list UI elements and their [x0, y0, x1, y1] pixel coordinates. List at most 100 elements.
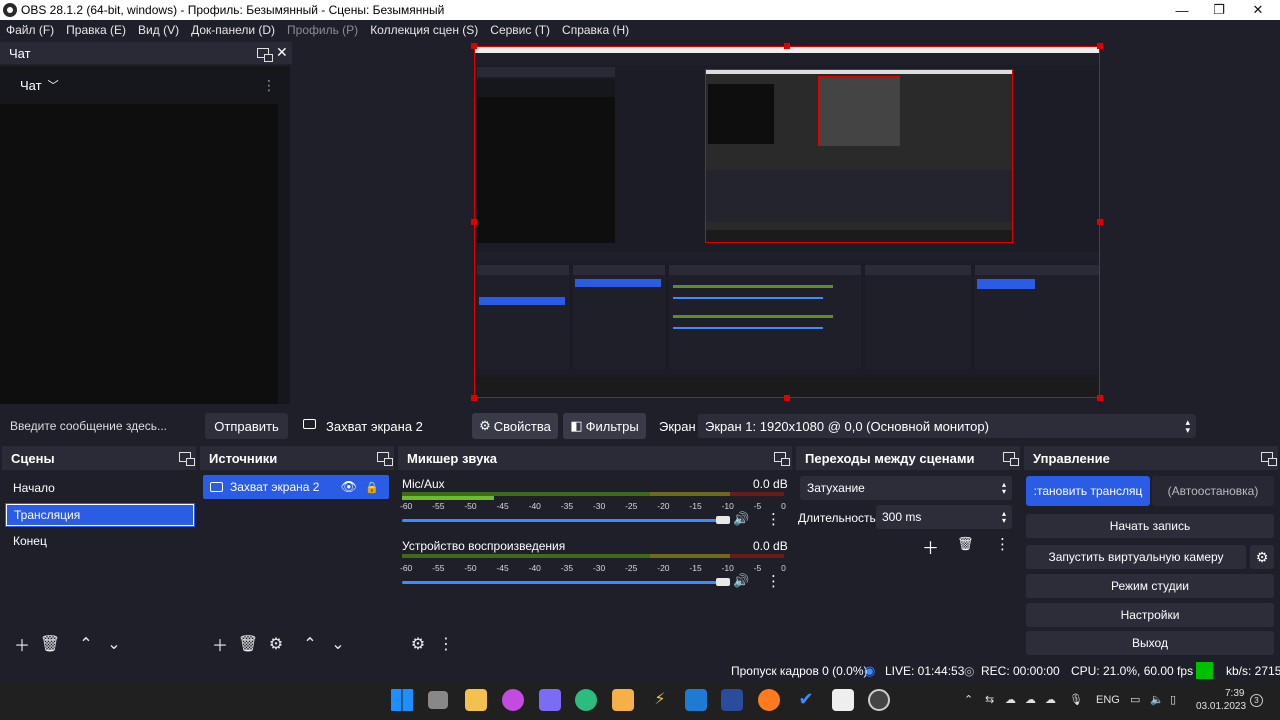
clock-date[interactable]: 03.01.2023 — [1196, 701, 1246, 712]
settings-button[interactable]: Настройки — [1026, 603, 1274, 627]
advanced-audio-gear-icon[interactable]: ⚙ — [404, 632, 432, 656]
gear-icon[interactable]: ⚙ — [1250, 545, 1274, 569]
resize-handle[interactable] — [471, 219, 477, 225]
chevron-down-icon[interactable]: ﹀ — [48, 77, 59, 93]
trash-icon[interactable]: 🗑 — [36, 632, 64, 656]
firefox-icon[interactable] — [758, 689, 780, 711]
menu-docks[interactable]: Док-панели (D) — [185, 23, 281, 37]
scene-item-selected[interactable]: Трансляция — [5, 503, 195, 527]
lock-icon[interactable]: 🔒 — [365, 481, 379, 494]
undock-icon[interactable] — [1261, 452, 1277, 466]
check-app-icon[interactable]: ✔ — [795, 689, 817, 711]
duration-input[interactable]: 300 ms ▴ ▾ — [876, 505, 1012, 529]
filters-button[interactable]: ◧ Фильтры — [563, 413, 646, 439]
menu-tools[interactable]: Сервис (T) — [484, 23, 556, 37]
app-icon[interactable] — [612, 689, 634, 711]
display-icon[interactable]: ▭ — [1130, 693, 1140, 706]
more-vertical-icon[interactable]: ⋮ — [766, 510, 781, 528]
add-icon[interactable]: ＋ — [206, 632, 234, 656]
virtual-camera-button[interactable]: Запустить виртуальную камеру — [1026, 545, 1246, 569]
arrow-down-icon[interactable]: ⌄ — [100, 632, 128, 656]
microphone-icon[interactable]: 🎙 — [1069, 693, 1083, 706]
speaker-icon[interactable]: 🔊 — [733, 511, 749, 527]
undock-icon[interactable] — [257, 48, 273, 62]
file-explorer-icon[interactable] — [465, 689, 487, 711]
app-icon[interactable] — [539, 689, 561, 711]
tray-icon[interactable]: ☁ — [1045, 693, 1056, 706]
autostop-button[interactable]: (Автоостановка) — [1152, 476, 1274, 506]
more-vertical-icon[interactable]: ⋮ — [262, 77, 276, 94]
scene-item[interactable]: Начало — [6, 477, 194, 499]
display-select[interactable]: Экран 1: 1920x1080 @ 0,0 (Основной монит… — [698, 414, 1196, 438]
undock-icon[interactable] — [1003, 452, 1019, 466]
volume-slider-knob[interactable] — [716, 516, 731, 524]
menu-view[interactable]: Вид (V) — [132, 23, 185, 37]
arrow-up-icon[interactable]: ⌃ — [296, 632, 324, 656]
scene-item[interactable]: Конец — [6, 530, 194, 552]
gear-icon[interactable]: ⚙ — [262, 632, 290, 656]
more-vertical-icon[interactable]: ⋮ — [995, 535, 1010, 553]
chat-input[interactable]: Введите сообщение здесь... — [10, 419, 167, 433]
task-view-icon[interactable] — [428, 691, 448, 709]
chat-selector[interactable]: Чат — [20, 78, 42, 93]
exit-button[interactable]: Выход — [1026, 631, 1274, 655]
arrow-up-icon[interactable]: ⌃ — [72, 632, 100, 656]
transition-select[interactable]: Затухание ▴ ▾ — [800, 476, 1012, 500]
app-icon[interactable] — [721, 689, 743, 711]
clock-time[interactable]: 7:39 — [1225, 688, 1244, 699]
menu-scene-collection[interactable]: Коллекция сцен (S) — [364, 23, 484, 37]
volume-slider-knob[interactable] — [716, 578, 731, 586]
stream-button[interactable]: :тановить трансляц — [1026, 476, 1150, 506]
volume-slider[interactable] — [402, 519, 724, 522]
volume-slider[interactable] — [402, 581, 724, 584]
notification-badge[interactable]: 3 — [1250, 694, 1263, 707]
language-indicator[interactable]: ENG — [1096, 694, 1120, 706]
app-icon[interactable] — [575, 689, 597, 711]
minimize-icon[interactable]: — — [1162, 0, 1202, 20]
close-dock-icon[interactable]: ✕ — [276, 44, 288, 61]
menu-file[interactable]: Файл (F) — [0, 23, 60, 37]
resize-handle[interactable] — [1097, 43, 1103, 49]
resize-handle[interactable] — [1097, 395, 1103, 401]
battery-icon[interactable]: ▯ — [1170, 693, 1176, 706]
obs-taskbar-icon[interactable] — [868, 689, 890, 711]
speaker-icon[interactable]: 🔊 — [733, 573, 749, 589]
undock-icon[interactable] — [774, 452, 790, 466]
undock-icon[interactable] — [179, 452, 195, 466]
arrow-down-icon[interactable]: ⌄ — [324, 632, 352, 656]
start-recording-button[interactable]: Начать запись — [1026, 514, 1274, 538]
send-button[interactable]: Отправить — [205, 413, 288, 439]
properties-button[interactable]: ⚙ Свойства — [472, 413, 558, 439]
add-icon[interactable]: ＋ — [922, 534, 939, 559]
studio-mode-button[interactable]: Режим студии — [1026, 574, 1274, 598]
eye-icon[interactable]: 👁 — [340, 479, 357, 495]
more-vertical-icon[interactable]: ⋮ — [432, 632, 460, 656]
trash-icon[interactable]: 🗑 — [234, 632, 262, 656]
chevron-up-icon[interactable]: ⌃ — [964, 693, 973, 706]
menu-help[interactable]: Справка (H) — [556, 23, 635, 37]
undock-icon[interactable] — [377, 452, 393, 466]
app-icon[interactable] — [832, 689, 854, 711]
windows-start-icon[interactable] — [391, 689, 413, 711]
volume-icon[interactable]: 🔈 — [1150, 693, 1164, 706]
resize-handle[interactable] — [784, 395, 790, 401]
menu-edit[interactable]: Правка (E) — [60, 23, 132, 37]
preview-canvas[interactable] — [474, 46, 1100, 398]
chat-scrollbar[interactable] — [278, 104, 290, 404]
resize-handle[interactable] — [1097, 219, 1103, 225]
more-vertical-icon[interactable]: ⋮ — [766, 572, 781, 590]
tray-icon[interactable]: ⇆ — [985, 693, 994, 706]
trash-icon[interactable]: 🗑 — [957, 536, 974, 552]
app-icon[interactable] — [502, 689, 524, 711]
cloud-icon[interactable]: ☁ — [1025, 693, 1036, 706]
maximize-icon[interactable]: ❐ — [1199, 0, 1239, 20]
close-icon[interactable]: ✕ — [1238, 0, 1278, 20]
lightning-app-icon[interactable]: ⚡ — [649, 689, 671, 711]
vscode-icon[interactable] — [685, 689, 707, 711]
add-icon[interactable]: ＋ — [8, 632, 36, 656]
resize-handle[interactable] — [471, 43, 477, 49]
source-item[interactable]: Захват экрана 2 👁 🔒 — [203, 475, 389, 499]
resize-handle[interactable] — [471, 395, 477, 401]
tray-icon[interactable]: ☁ — [1005, 693, 1016, 706]
resize-handle[interactable] — [784, 43, 790, 49]
